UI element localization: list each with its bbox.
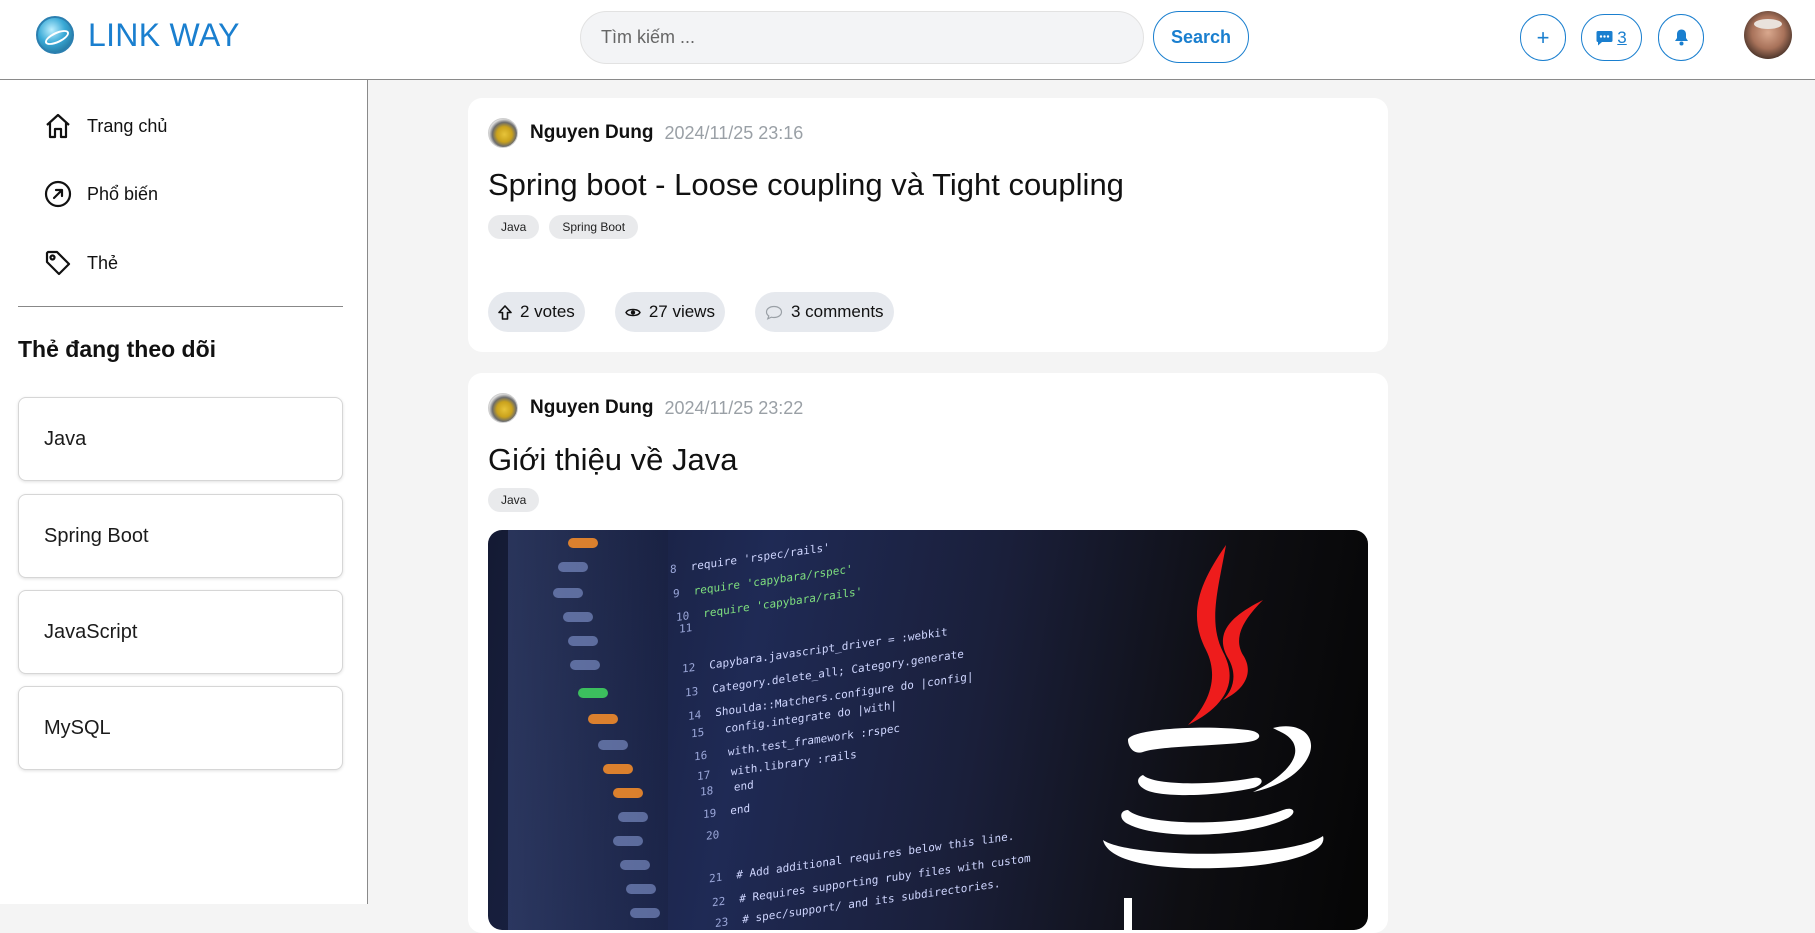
votes-pill[interactable]: 2 votes xyxy=(488,292,585,332)
trending-icon xyxy=(44,180,72,208)
views-pill: 27 views xyxy=(614,292,725,332)
logo-globe-icon xyxy=(36,16,74,54)
logo-text: LINK WAY xyxy=(88,16,240,53)
post-title[interactable]: Spring boot - Loose coupling và Tight co… xyxy=(488,167,1124,203)
code-editor-file-tree xyxy=(508,530,668,930)
eye-icon xyxy=(625,307,641,318)
post-card[interactable]: Nguyen Dung 2024/11/25 23:16 Spring boot… xyxy=(468,98,1388,352)
logo[interactable]: LINK WAY xyxy=(36,16,240,54)
chat-icon xyxy=(1596,30,1613,45)
search-button[interactable]: Search xyxy=(1153,11,1249,63)
comment-bubble-icon xyxy=(765,305,783,320)
code-snippet: 8 require 'rspec/rails' 9 require 'capybara… xyxy=(658,530,1078,930)
user-avatar[interactable] xyxy=(1744,11,1792,59)
java-logo-icon xyxy=(1103,545,1324,930)
code-line: 20 xyxy=(706,828,720,843)
search-input[interactable] xyxy=(581,12,1143,63)
plus-icon: + xyxy=(1536,24,1550,50)
nav-item-popular[interactable]: Phổ biến xyxy=(44,180,158,208)
nav-label-popular: Phổ biến xyxy=(87,183,159,204)
left-sidebar: Trang chủ Phổ biến Thẻ Thẻ đang theo dõi… xyxy=(0,80,368,904)
notifications-button[interactable] xyxy=(1658,14,1704,61)
bell-icon xyxy=(1674,29,1688,46)
post-tags: Java Spring Boot xyxy=(488,215,648,239)
comments-count: 3 comments xyxy=(790,302,884,321)
followed-tag-card[interactable]: MySQL xyxy=(18,686,343,770)
followed-tags-title: Thẻ đang theo dõi xyxy=(18,336,217,362)
author-avatar[interactable] xyxy=(488,393,518,423)
nav-label-home: Trang chủ xyxy=(87,115,168,136)
code-line: 19 end xyxy=(703,801,751,822)
post-meta: Nguyen Dung 2024/11/25 23:22 xyxy=(488,393,803,423)
nav-item-tags[interactable]: Thẻ xyxy=(44,249,118,277)
search-box xyxy=(580,11,1144,64)
author-name[interactable]: Nguyen Dung xyxy=(530,397,654,419)
comments-pill[interactable]: 3 comments xyxy=(754,292,894,332)
post-tags: Java xyxy=(488,488,549,512)
post-meta: Nguyen Dung 2024/11/25 23:16 xyxy=(488,118,803,148)
post-title[interactable]: Giới thiệu về Java xyxy=(488,442,738,478)
upvote-arrow-icon xyxy=(498,304,512,320)
author-avatar[interactable] xyxy=(488,118,518,148)
post-card[interactable]: Nguyen Dung 2024/11/25 23:22 Giới thiệu … xyxy=(468,373,1388,933)
views-count: 27 views xyxy=(648,302,715,321)
create-post-button[interactable]: + xyxy=(1520,14,1566,61)
top-header: LINK WAY Search + 3 xyxy=(0,0,1815,80)
nav-label-tags: Thẻ xyxy=(87,252,119,273)
tag-chip[interactable]: Java xyxy=(488,215,540,239)
messages-button[interactable]: 3 xyxy=(1581,14,1642,61)
code-line: 8 require 'rspec/rails' xyxy=(670,540,830,577)
post-timestamp: 2024/11/25 23:22 xyxy=(664,397,804,418)
messages-count: 3 xyxy=(1617,27,1627,47)
followed-tag-card[interactable]: JavaScript xyxy=(18,590,343,674)
post-cover-image[interactable]: 8 require 'rspec/rails' 9 require 'capybara… xyxy=(488,530,1368,930)
tag-chip[interactable]: Java xyxy=(488,488,540,512)
post-stats: 2 votes 27 views 3 comments xyxy=(488,292,924,332)
tag-icon xyxy=(44,249,72,277)
sidebar-divider xyxy=(18,306,343,307)
home-icon xyxy=(44,112,72,140)
followed-tag-card[interactable]: Spring Boot xyxy=(18,494,343,578)
author-name[interactable]: Nguyen Dung xyxy=(530,122,654,144)
followed-tag-card[interactable]: Java xyxy=(18,397,343,481)
post-timestamp: 2024/11/25 23:16 xyxy=(664,122,804,143)
tag-chip[interactable]: Spring Boot xyxy=(549,215,639,239)
votes-count: 2 votes xyxy=(520,302,575,321)
nav-item-home[interactable]: Trang chủ xyxy=(44,112,167,140)
